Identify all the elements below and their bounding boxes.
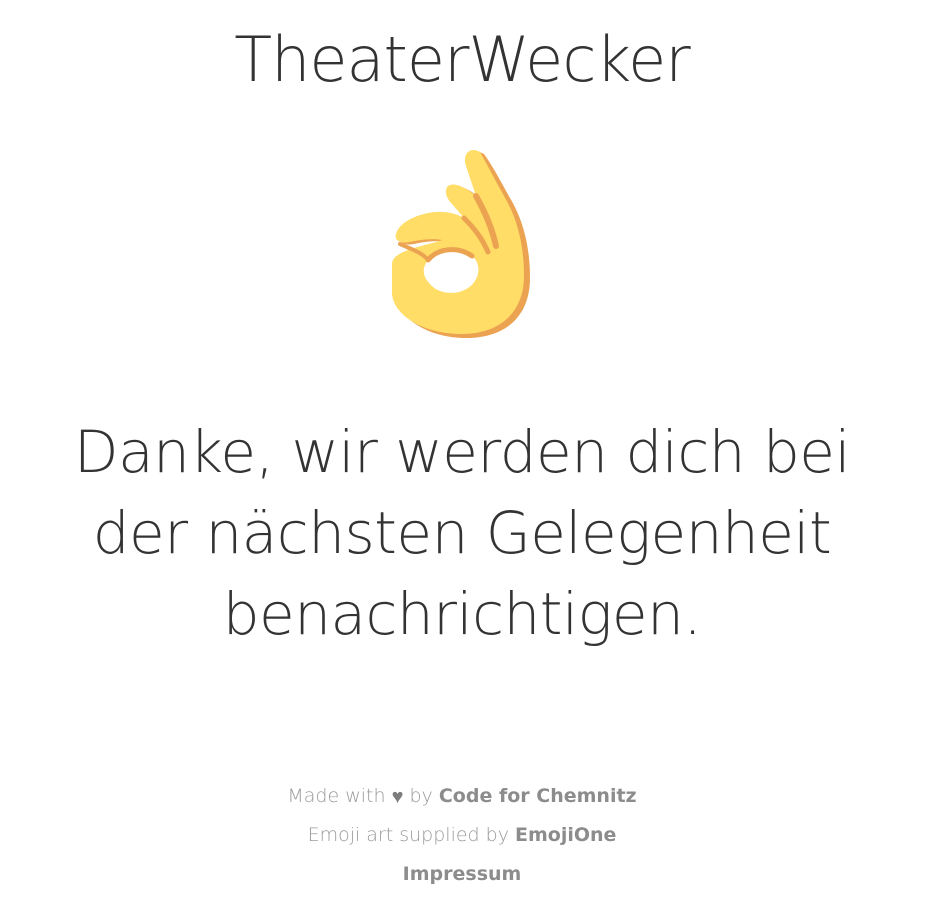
message-line: benachrichtigen. bbox=[222, 580, 702, 648]
footer-emoji-credit: Emoji art supplied by EmojiOne bbox=[0, 819, 924, 858]
by-text: by bbox=[409, 785, 433, 807]
footer-made-with: Made with ♥ by Code for Chemnitz bbox=[0, 780, 924, 819]
footer-impressum: Impressum bbox=[0, 858, 924, 897]
ok-hand-icon bbox=[388, 148, 536, 340]
code-for-chemnitz-link[interactable]: Code for Chemnitz bbox=[439, 785, 637, 807]
page: TheaterWecker Danke, wir werden dich bei… bbox=[0, 0, 950, 920]
message-line: Danke, wir werden dich bei bbox=[73, 418, 851, 486]
message-line: der nächsten Gelegenheit bbox=[92, 499, 832, 567]
confirmation-message: Danke, wir werden dich bei der nächsten … bbox=[60, 412, 864, 655]
made-with-text: Made with bbox=[287, 785, 386, 807]
footer: Made with ♥ by Code for Chemnitz Emoji a… bbox=[0, 780, 924, 897]
heart-icon: ♥ bbox=[391, 784, 404, 808]
emoji-credit-text: Emoji art supplied by bbox=[307, 824, 509, 846]
page-title: TheaterWecker bbox=[234, 23, 690, 96]
impressum-link[interactable]: Impressum bbox=[403, 863, 522, 885]
emojione-link[interactable]: EmojiOne bbox=[515, 824, 616, 846]
